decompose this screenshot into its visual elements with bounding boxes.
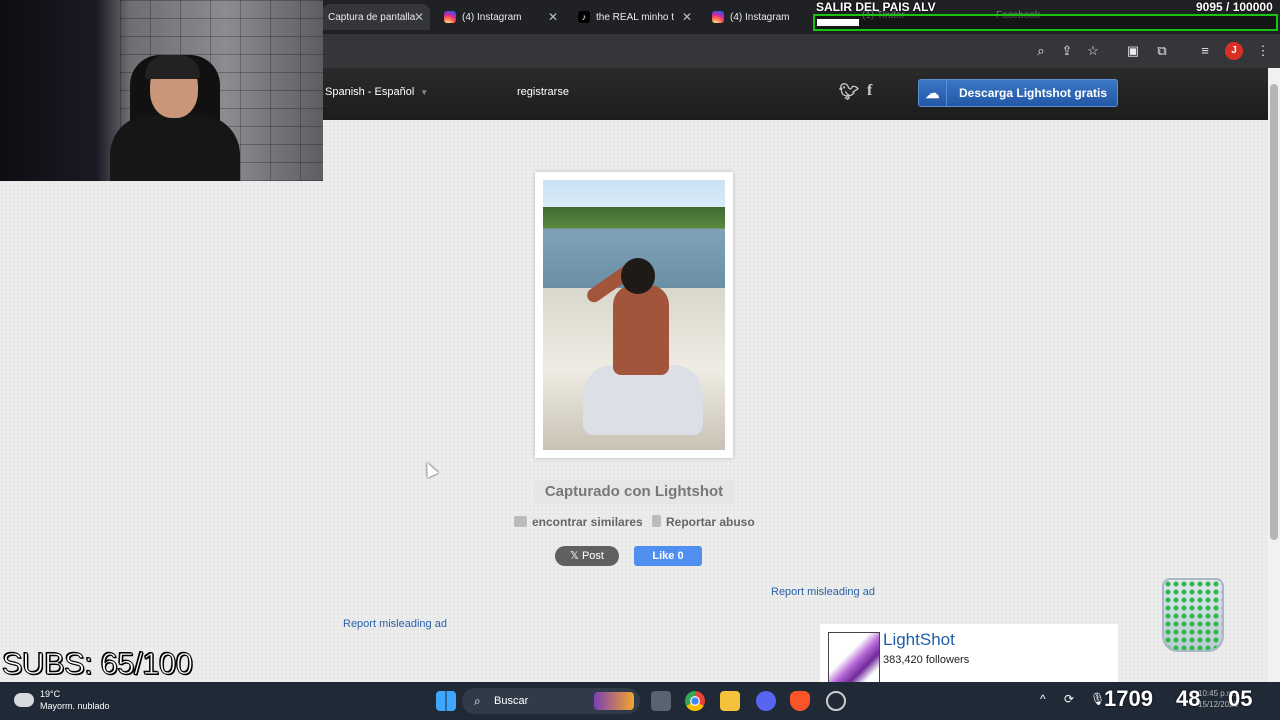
weather-temp: 19°C (40, 689, 61, 699)
instagram-icon (712, 11, 724, 23)
tab-tiktok[interactable]: ♪ the REAL minho tr ✕ (572, 4, 698, 30)
chevron-up-icon[interactable]: ^ (1040, 692, 1046, 706)
instagram-icon (444, 11, 456, 23)
search-icon: ⌕ (474, 694, 481, 708)
cloud-icon (14, 693, 34, 707)
tab-label: Captura de pantalla (328, 11, 416, 23)
brave-icon[interactable] (790, 691, 810, 711)
photo-head (621, 258, 655, 294)
screenshot-image[interactable] (543, 180, 725, 450)
extensions-icon[interactable]: ⧉ (1153, 42, 1171, 60)
microphone-icon[interactable]: 🎙︎ (1090, 692, 1105, 706)
lightshot-feather-logo (828, 632, 880, 684)
photo-legs (583, 365, 703, 435)
fb-page-name[interactable]: LightShot (883, 630, 955, 650)
webcam-overlay (0, 0, 323, 181)
facebook-page-card[interactable]: LightShot 383,420 followers (820, 624, 1118, 684)
zoom-icon[interactable]: ⌕ (1032, 42, 1050, 60)
fb-followers: 383,420 followers (883, 654, 970, 666)
find-similar-link[interactable]: encontrar similares (514, 515, 643, 529)
file-explorer-icon[interactable] (720, 691, 740, 711)
stream-goal-count: 9095 / 100000 (1196, 0, 1273, 14)
chevron-down-icon: ▼ (420, 88, 429, 97)
tab-label: (4) Instagram (730, 11, 790, 23)
windows-taskbar: 19°C Mayorm. nublado ⌕ Buscar ^ ⟳ 🎙︎ 170… (0, 682, 1280, 720)
photo-body (613, 285, 669, 375)
tiktok-icon: ♪ (578, 11, 590, 23)
weather-widget[interactable]: 19°C Mayorm. nublado (14, 688, 110, 712)
stream-clock-minutes: 48 (1176, 686, 1201, 711)
stream-goal-bar (813, 14, 1278, 31)
tab-instagram-1[interactable]: (4) Instagram ✕ (438, 4, 564, 30)
close-icon[interactable]: ✕ (414, 10, 424, 24)
report-abuse-label: Reportar abuso (666, 515, 755, 529)
weather-desc: Mayorm. nublado (40, 701, 110, 711)
twitter-icon[interactable]: 🐦︎ (839, 82, 859, 102)
language-label: Spanish - Español (325, 86, 415, 98)
start-icon[interactable] (436, 691, 456, 711)
stream-clock-hours: 1709 (1104, 686, 1153, 711)
sync-icon[interactable]: ⟳ (1064, 692, 1074, 706)
captured-with-label: Capturado con Lightshot (533, 480, 735, 504)
subs-counter: SUBS: 65/100 (1, 646, 193, 682)
report-abuse-link[interactable]: Reportar abuso (652, 515, 755, 529)
stream-clock-seconds: 05 (1228, 686, 1253, 711)
webcam-cap (145, 55, 200, 79)
download-lightshot-button[interactable]: ☁ Descarga Lightshot gratis (918, 79, 1118, 107)
tab-label: (4) Instagram (462, 11, 522, 23)
clipboard-icon (652, 515, 661, 527)
close-icon[interactable]: ✕ (548, 10, 558, 24)
install-app-icon[interactable]: ⇪ (1058, 42, 1076, 60)
tab-instagram-2[interactable]: (4) Instagram (706, 4, 812, 30)
recycle-bin-icon[interactable] (1162, 578, 1224, 652)
bookmark-star-icon[interactable]: ☆ (1084, 42, 1102, 60)
discord-icon[interactable] (756, 691, 776, 711)
task-view-icon[interactable] (651, 691, 671, 711)
cloud-download-icon: ☁ (919, 80, 947, 106)
tab-lightshot[interactable]: Captura de pantalla ✕ (322, 4, 430, 30)
stream-goal-title: SALIR DEL PAIS ALV (816, 0, 936, 14)
download-button-label: Descarga Lightshot gratis (959, 86, 1108, 100)
chrome-icon[interactable] (685, 691, 705, 711)
close-icon[interactable]: ✕ (682, 10, 692, 24)
x-post-button[interactable]: 𝕏 Post (555, 546, 619, 566)
page-scrollbar[interactable] (1268, 68, 1280, 682)
report-ad-link-left[interactable]: Report misleading ad (343, 618, 447, 630)
register-link[interactable]: registrarse (517, 86, 569, 98)
screenshot-frame (535, 172, 733, 458)
screen: Captura de pantalla ✕ (4) Instagram ✕ ♪ … (0, 0, 1280, 720)
facebook-like-button[interactable]: Like 0 (634, 546, 702, 566)
taskbar-search[interactable]: ⌕ Buscar (462, 688, 640, 714)
obs-icon[interactable] (826, 691, 846, 711)
media-control-icon[interactable]: ≡ (1196, 42, 1214, 60)
screen-capture-icon[interactable]: ▣ (1124, 42, 1142, 60)
facebook-icon[interactable]: f (867, 82, 872, 100)
tab-label: the REAL minho tr (596, 11, 674, 23)
search-label: Buscar (494, 695, 529, 707)
search-highlight-icon (594, 692, 634, 710)
language-selector[interactable]: Spanish - Español ▼ (325, 86, 428, 98)
scrollbar-thumb[interactable] (1270, 84, 1278, 540)
camera-icon (514, 516, 527, 527)
menu-icon[interactable]: ⋮ (1254, 42, 1272, 60)
stream-goal-fill (817, 19, 859, 26)
webcam-body (110, 115, 240, 181)
profile-avatar[interactable]: J (1225, 42, 1243, 60)
report-ad-link-right[interactable]: Report misleading ad (771, 586, 875, 598)
find-similar-label: encontrar similares (532, 515, 643, 529)
